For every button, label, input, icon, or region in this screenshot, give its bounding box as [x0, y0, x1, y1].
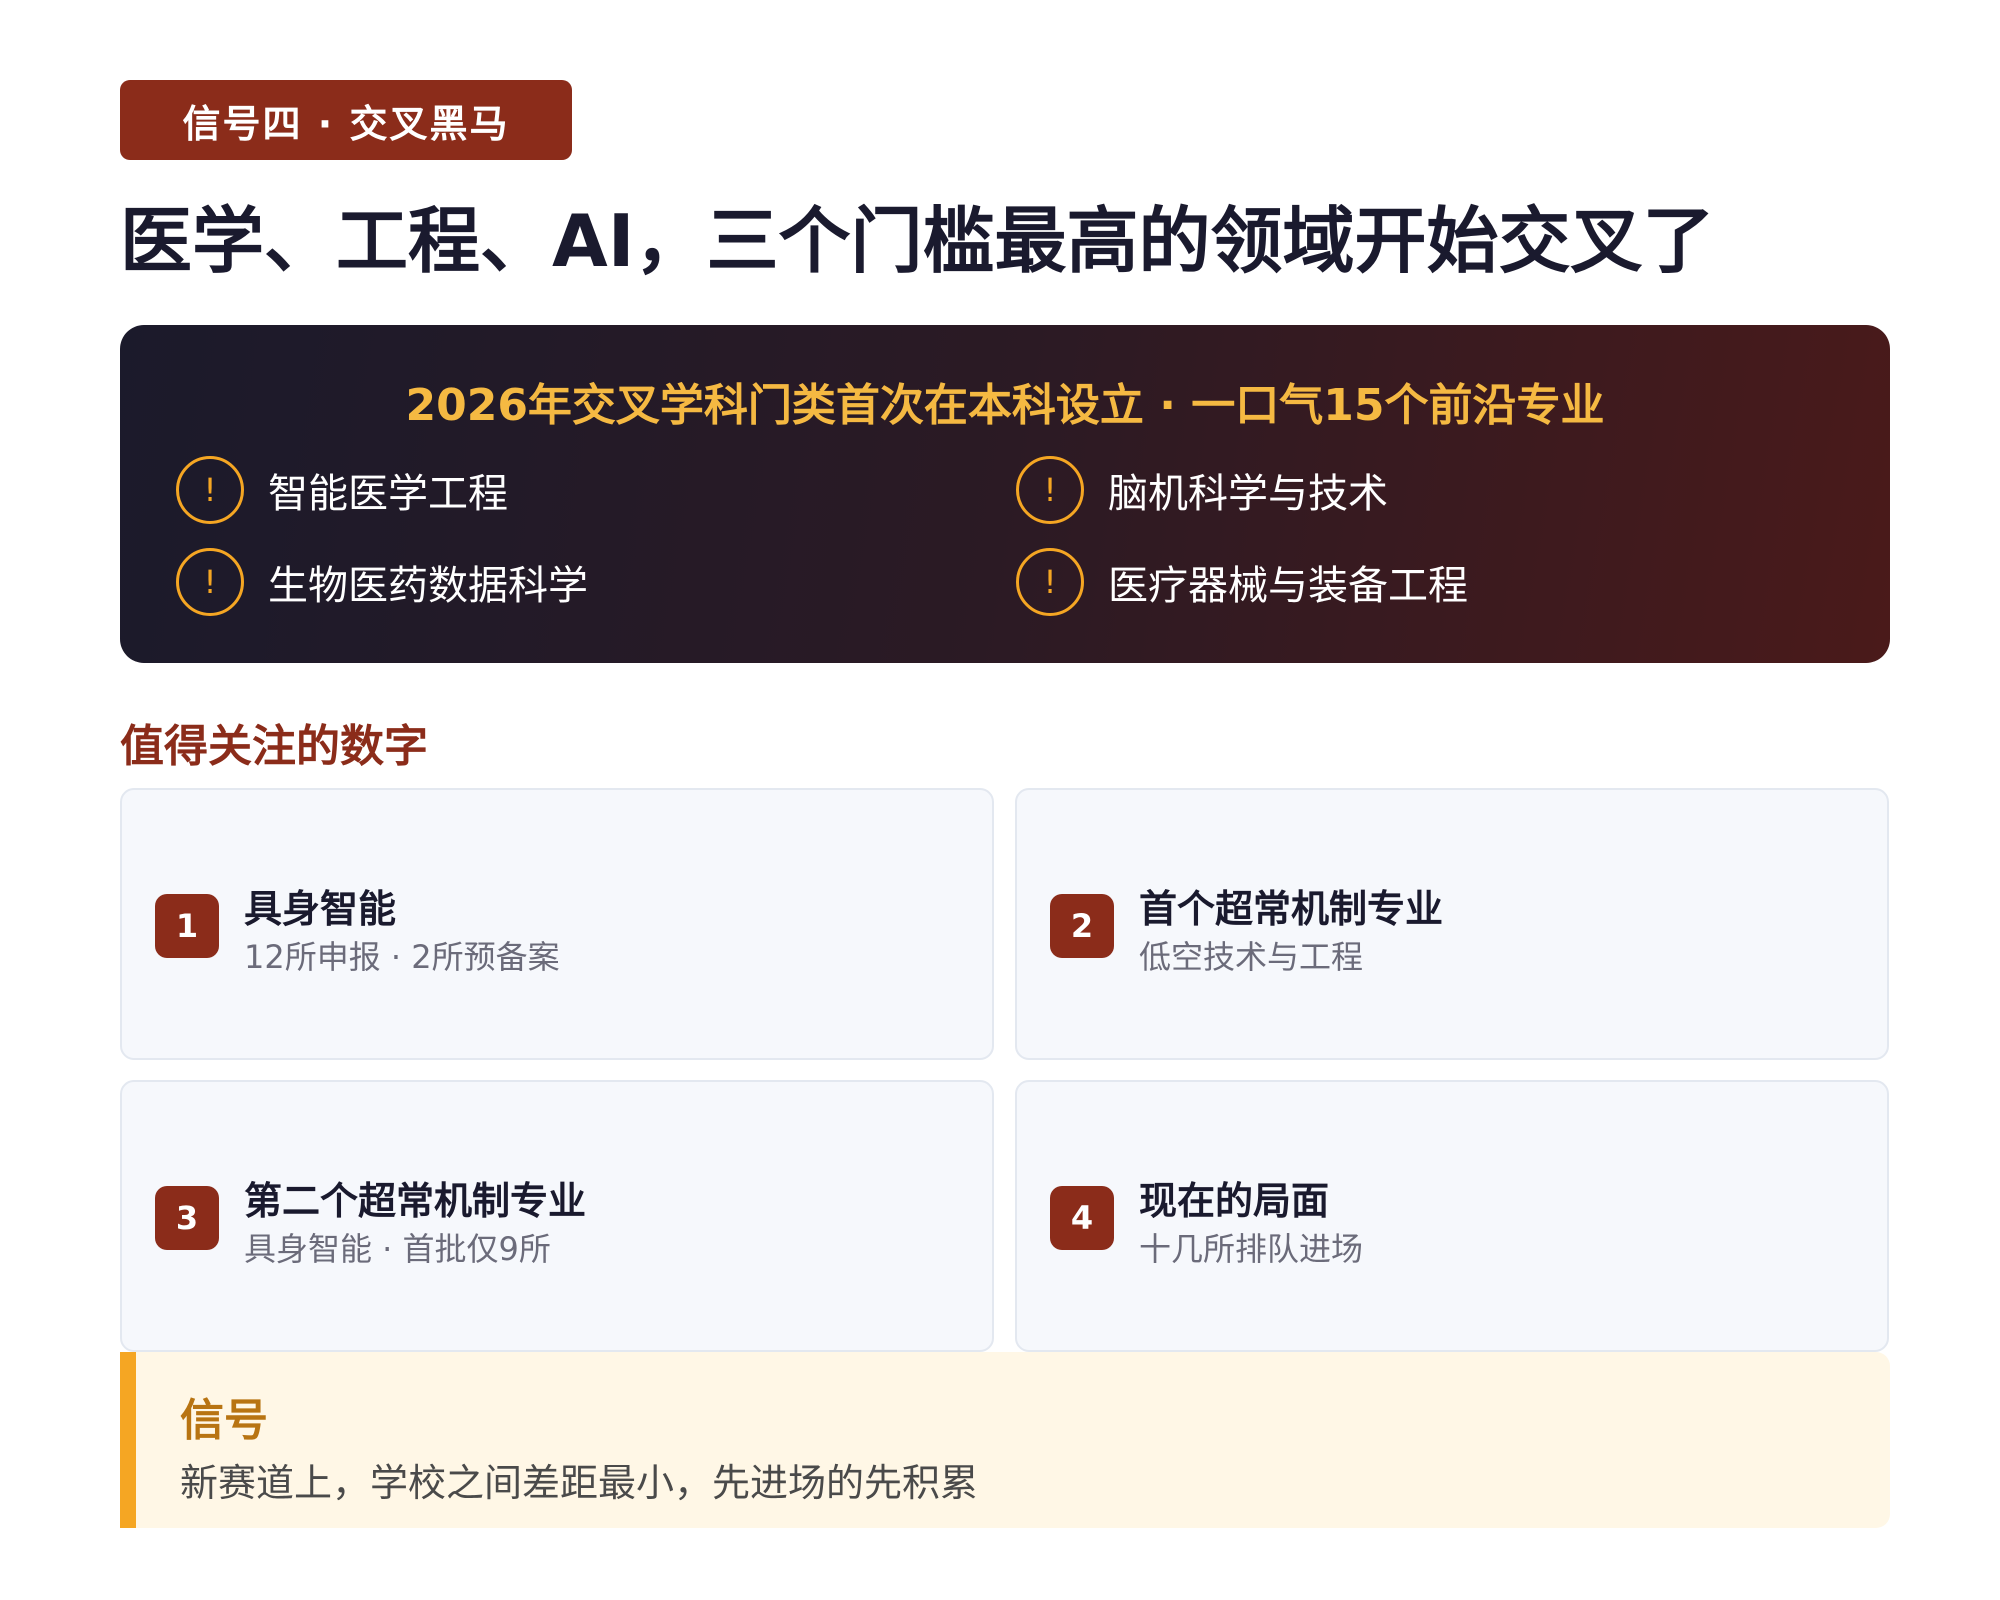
feature-item: ! 生物医药数据科学 — [176, 548, 588, 616]
feature-label: 智能医学工程 — [268, 471, 508, 517]
stat-number-badge: 4 — [1050, 1186, 1114, 1250]
stat-subtitle: 12所申报 · 2所预备案 — [244, 938, 560, 976]
callout-title: 信号 — [180, 1395, 268, 1446]
stat-card: 2 首个超常机制专业 低空技术与工程 — [1015, 788, 1889, 1060]
stat-number-badge: 1 — [155, 894, 219, 958]
feature-item: ! 脑机科学与技术 — [1016, 456, 1388, 524]
stat-subtitle: 十几所排队进场 — [1139, 1230, 1364, 1268]
stat-title: 首个超常机制专业 — [1139, 887, 1444, 931]
section-heading: 值得关注的数字 — [120, 721, 428, 772]
feature-label: 脑机科学与技术 — [1108, 471, 1388, 517]
stat-title: 第二个超常机制专业 — [244, 1179, 587, 1223]
stat-card: 1 具身智能 12所申报 · 2所预备案 — [120, 788, 994, 1060]
stat-card: 4 现在的局面 十几所排队进场 — [1015, 1080, 1889, 1352]
highlight-card: 2026年交叉学科门类首次在本科设立 · 一口气15个前沿专业 ! 智能医学工程… — [120, 325, 1890, 663]
stat-card: 3 第二个超常机制专业 具身智能 · 首批仅9所 — [120, 1080, 994, 1352]
page-title: 医学、工程、AI，三个门槛最高的领域开始交叉了 — [120, 199, 1715, 283]
exclamation-icon: ! — [176, 456, 244, 524]
exclamation-icon: ! — [1016, 456, 1084, 524]
section-tag: 信号四 · 交叉黑马 — [120, 80, 572, 160]
feature-item: ! 智能医学工程 — [176, 456, 508, 524]
stat-number-badge: 2 — [1050, 894, 1114, 958]
stat-subtitle: 具身智能 · 首批仅9所 — [244, 1230, 551, 1268]
feature-label: 医疗器械与装备工程 — [1108, 563, 1468, 609]
stat-subtitle: 低空技术与工程 — [1139, 938, 1364, 976]
stat-title: 具身智能 — [244, 887, 397, 931]
stat-number-badge: 3 — [155, 1186, 219, 1250]
stat-title: 现在的局面 — [1139, 1179, 1330, 1223]
highlight-headline: 2026年交叉学科门类首次在本科设立 · 一口气15个前沿专业 — [405, 380, 1605, 431]
callout-text: 新赛道上，学校之间差距最小，先进场的先积累 — [180, 1461, 979, 1505]
feature-label: 生物医药数据科学 — [268, 563, 588, 609]
signal-callout: 信号 新赛道上，学校之间差距最小，先进场的先积累 — [120, 1352, 1890, 1528]
exclamation-icon: ! — [176, 548, 244, 616]
exclamation-icon: ! — [1016, 548, 1084, 616]
feature-item: ! 医疗器械与装备工程 — [1016, 548, 1468, 616]
